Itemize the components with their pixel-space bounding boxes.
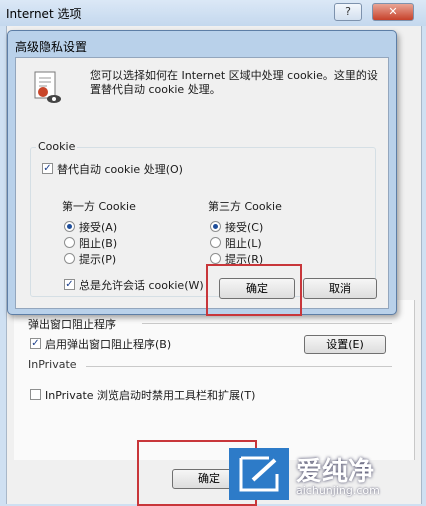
third-party-block-label: 阻止(L) bbox=[225, 237, 262, 250]
third-party-accept-label: 接受(C) bbox=[225, 221, 264, 234]
session-cookie-checkbox[interactable]: ✓ bbox=[64, 279, 75, 290]
third-party-prompt-radio[interactable] bbox=[210, 253, 221, 264]
session-cookie-checkbox-label: 总是允许会话 cookie(W) bbox=[79, 279, 204, 292]
inprivate-group-divider bbox=[86, 366, 392, 367]
watermark-logo bbox=[229, 448, 289, 500]
dialog-description: 您可以选择如何在 Internet 区域中处理 cookie。这里的设置替代自动… bbox=[90, 69, 378, 96]
dialog-body: 您可以选择如何在 Internet 区域中处理 cookie。这里的设置替代自动… bbox=[15, 57, 389, 309]
first-party-block-radio[interactable] bbox=[64, 237, 75, 248]
help-button[interactable]: ? bbox=[334, 3, 362, 21]
watermark-text: 爱纯净 bbox=[296, 457, 375, 487]
outer-titlebar: Internet 选项 ? ✕ bbox=[0, 0, 426, 26]
dialog-title: 高级隐私设置 bbox=[15, 40, 88, 54]
first-party-heading: 第一方 Cookie bbox=[62, 200, 136, 213]
first-party-prompt-radio[interactable] bbox=[64, 253, 75, 264]
first-party-accept-radio[interactable] bbox=[64, 221, 75, 232]
advanced-privacy-dialog: 高级隐私设置 您可以选择如何在 Internet 区域中处理 cookie。这里… bbox=[7, 30, 397, 315]
watermark-url: aichunjing.com bbox=[296, 484, 380, 497]
dialog-cancel-button[interactable]: 取消 bbox=[303, 278, 377, 299]
first-party-accept-label: 接受(A) bbox=[79, 221, 118, 234]
inprivate-checkbox-label: InPrivate 浏览启动时禁用工具栏和扩展(T) bbox=[45, 389, 256, 402]
popup-settings-button[interactable]: 设置(E) bbox=[304, 335, 386, 354]
override-checkbox-label: 替代自动 cookie 处理(O) bbox=[57, 163, 183, 176]
watermark-pen-icon bbox=[239, 456, 279, 492]
outer-window-title: Internet 选项 bbox=[6, 7, 82, 21]
popup-blocker-group-label: 弹出窗口阻止程序 bbox=[28, 318, 116, 331]
popup-blocker-checkbox-label: 启用弹出窗口阻止程序(B) bbox=[45, 338, 172, 351]
popup-group-divider bbox=[142, 323, 392, 324]
inprivate-group-label: InPrivate bbox=[28, 358, 77, 371]
first-party-prompt-label: 提示(P) bbox=[79, 253, 117, 266]
override-checkbox[interactable]: ✓ bbox=[42, 163, 53, 174]
inprivate-checkbox[interactable] bbox=[30, 389, 41, 400]
close-button[interactable]: ✕ bbox=[372, 3, 414, 21]
third-party-heading: 第三方 Cookie bbox=[208, 200, 282, 213]
privacy-document-icon bbox=[32, 70, 62, 109]
third-party-block-radio[interactable] bbox=[210, 237, 221, 248]
cookie-group-label: Cookie bbox=[36, 140, 78, 153]
first-party-block-label: 阻止(B) bbox=[79, 237, 118, 250]
dialog-ok-highlight bbox=[206, 264, 302, 316]
popup-blocker-checkbox[interactable]: ✓ bbox=[30, 338, 41, 349]
third-party-accept-radio[interactable] bbox=[210, 221, 221, 232]
